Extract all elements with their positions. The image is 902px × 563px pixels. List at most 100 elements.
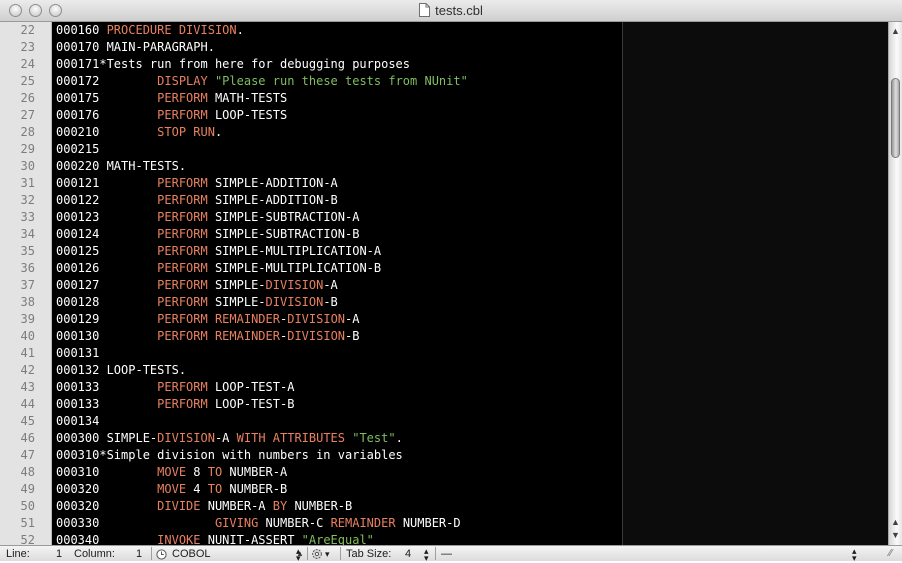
- line-number: 44: [20, 397, 35, 411]
- vertical-scrollbar[interactable]: ▲ ▲ ▼: [888, 22, 902, 545]
- code-token: -A: [345, 312, 360, 326]
- code-line[interactable]: 000340 INVOKE NUNIT-ASSERT "AreEqual": [56, 532, 468, 545]
- code-token: 000134: [56, 414, 100, 428]
- code-line[interactable]: 000330 GIVING NUMBER-C REMAINDER NUMBER-…: [56, 515, 468, 532]
- scroll-up-arrow-bottom-icon[interactable]: ▲: [891, 517, 900, 527]
- scroll-down-arrow-icon[interactable]: ▼: [891, 530, 900, 540]
- code-token: 000130: [56, 329, 158, 343]
- code-line[interactable]: 000215: [56, 141, 468, 158]
- symbol-popup[interactable]: —: [441, 547, 452, 561]
- code-token: NUNIT-ASSERT: [207, 533, 302, 545]
- line-number: 45: [20, 414, 35, 428]
- line-number: 29: [20, 142, 35, 156]
- status-bar: Line: 1 Column: 1 COBOL ▲ ▴ ▾ ▾ Tab Size:…: [0, 545, 902, 563]
- code-keyword: PROCEDURE DIVISION: [106, 23, 237, 37]
- line-number: 50: [20, 499, 35, 513]
- code-token: LOOP-TEST-B: [214, 397, 295, 411]
- chevron-down-icon: ▾: [325, 549, 330, 559]
- status-divider: [340, 547, 341, 560]
- line-number: 23: [20, 40, 35, 54]
- code-line[interactable]: 000320 DIVIDE NUMBER-A BY NUMBER-B: [56, 498, 468, 515]
- code-line[interactable]: 000134: [56, 413, 468, 430]
- line-number: 24: [20, 57, 35, 71]
- code-line[interactable]: 000171*Tests run from here for debugging…: [56, 56, 468, 73]
- code-token: NUMBER-C: [265, 516, 331, 530]
- code-token: 000175: [56, 91, 158, 105]
- line-number: 35: [20, 244, 35, 258]
- code-token: 000124: [56, 227, 158, 241]
- scroll-up-arrow-icon[interactable]: ▲: [891, 26, 900, 36]
- code-token: 000220 MATH-TESTS.: [56, 159, 187, 173]
- code-line[interactable]: 000133 PERFORM LOOP-TEST-B: [56, 396, 468, 413]
- tab-size-stepper-icon[interactable]: ▴ ▾: [424, 547, 429, 563]
- line-number: 52: [20, 533, 35, 545]
- title-bar: tests.cbl: [0, 0, 902, 22]
- line-number: 25: [20, 74, 35, 88]
- code-line[interactable]: 000160 PROCEDURE DIVISION.: [56, 22, 468, 39]
- code-line[interactable]: 000128 PERFORM SIMPLE-DIVISION-B: [56, 294, 468, 311]
- code-token: SIMPLE-SUBTRACTION-B: [214, 227, 360, 241]
- line-number: 28: [20, 125, 35, 139]
- code-line[interactable]: 000310 MOVE 8 TO NUMBER-A: [56, 464, 468, 481]
- code-token: 000172: [56, 74, 158, 88]
- line-number: 43: [20, 380, 35, 394]
- code-token: 000300 SIMPLE-: [56, 431, 158, 445]
- code-keyword: DIVISION: [157, 431, 215, 445]
- code-line[interactable]: 000130 PERFORM REMAINDER-DIVISION-B: [56, 328, 468, 345]
- code-line[interactable]: 000175 PERFORM MATH-TESTS: [56, 90, 468, 107]
- language-value: COBOL: [172, 548, 211, 560]
- code-token: 000129: [56, 312, 158, 326]
- code-token: 000320: [56, 499, 158, 513]
- code-token: .: [395, 431, 403, 445]
- line-number: 46: [20, 431, 35, 445]
- code-token: 000210: [56, 125, 158, 139]
- resize-grip-icon[interactable]: ⁄⁄: [889, 547, 892, 561]
- code-keyword: REMAINDER: [330, 516, 403, 530]
- code-line[interactable]: 000124 PERFORM SIMPLE-SUBTRACTION-B: [56, 226, 468, 243]
- code-keyword: DIVISION: [265, 278, 324, 292]
- line-number: 42: [20, 363, 35, 377]
- code-text[interactable]: 000160 PROCEDURE DIVISION. 000170 MAIN-PA…: [56, 22, 468, 545]
- scrollbar-thumb[interactable]: [891, 78, 900, 158]
- code-line[interactable]: 000132 LOOP-TESTS.: [56, 362, 468, 379]
- code-line[interactable]: 000170 MAIN-PARAGRAPH.: [56, 39, 468, 56]
- line-number: 32: [20, 193, 35, 207]
- code-editor[interactable]: 000160 PROCEDURE DIVISION. 000170 MAIN-PA…: [52, 22, 888, 545]
- code-line[interactable]: 000125 PERFORM SIMPLE-MULTIPLICATION-A: [56, 243, 468, 260]
- code-keyword: PERFORM: [157, 193, 215, 207]
- code-token: -A: [323, 278, 338, 292]
- code-line[interactable]: 000129 PERFORM REMAINDER-DIVISION-A: [56, 311, 468, 328]
- code-token: NUMBER-B: [294, 499, 353, 513]
- code-line[interactable]: 000176 PERFORM LOOP-TESTS: [56, 107, 468, 124]
- symbol-popup-stepper-icon[interactable]: ▴ ▾: [852, 547, 857, 563]
- code-token: 000126: [56, 261, 158, 275]
- code-token: 000330: [56, 516, 215, 530]
- code-token: 000123: [56, 210, 158, 224]
- status-divider: [435, 547, 436, 560]
- line-number: 39: [20, 312, 35, 326]
- line-value: 1: [56, 548, 63, 560]
- settings-popup[interactable]: ▾: [311, 547, 330, 561]
- code-line[interactable]: 000320 MOVE 4 TO NUMBER-B: [56, 481, 468, 498]
- code-line[interactable]: 000310*Simple division with numbers in v…: [56, 447, 468, 464]
- code-line[interactable]: 000122 PERFORM SIMPLE-ADDITION-B: [56, 192, 468, 209]
- code-line[interactable]: 000172 DISPLAY "Please run these tests f…: [56, 73, 468, 90]
- code-line[interactable]: 000210 STOP RUN.: [56, 124, 468, 141]
- code-token: 000133: [56, 397, 158, 411]
- code-line[interactable]: 000220 MATH-TESTS.: [56, 158, 468, 175]
- code-line[interactable]: 000133 PERFORM LOOP-TEST-A: [56, 379, 468, 396]
- line-number: 31: [20, 176, 35, 190]
- code-token: 8: [193, 465, 208, 479]
- code-line[interactable]: 000131: [56, 345, 468, 362]
- code-line[interactable]: 000121 PERFORM SIMPLE-ADDITION-A: [56, 175, 468, 192]
- code-token: SIMPLE-ADDITION-A: [214, 176, 338, 190]
- code-token: 000127: [56, 278, 158, 292]
- code-line[interactable]: 000123 PERFORM SIMPLE-SUBTRACTION-A: [56, 209, 468, 226]
- code-line[interactable]: 000300 SIMPLE-DIVISION-A WITH ATTRIBUTES…: [56, 430, 468, 447]
- code-line[interactable]: 000126 PERFORM SIMPLE-MULTIPLICATION-B: [56, 260, 468, 277]
- code-keyword: DIVISION: [287, 329, 346, 343]
- code-line[interactable]: 000127 PERFORM SIMPLE-DIVISION-A: [56, 277, 468, 294]
- language-popup[interactable]: COBOL: [156, 547, 211, 561]
- tab-size-value[interactable]: 4: [405, 547, 411, 561]
- language-stepper-icon[interactable]: ▴ ▾: [296, 547, 301, 563]
